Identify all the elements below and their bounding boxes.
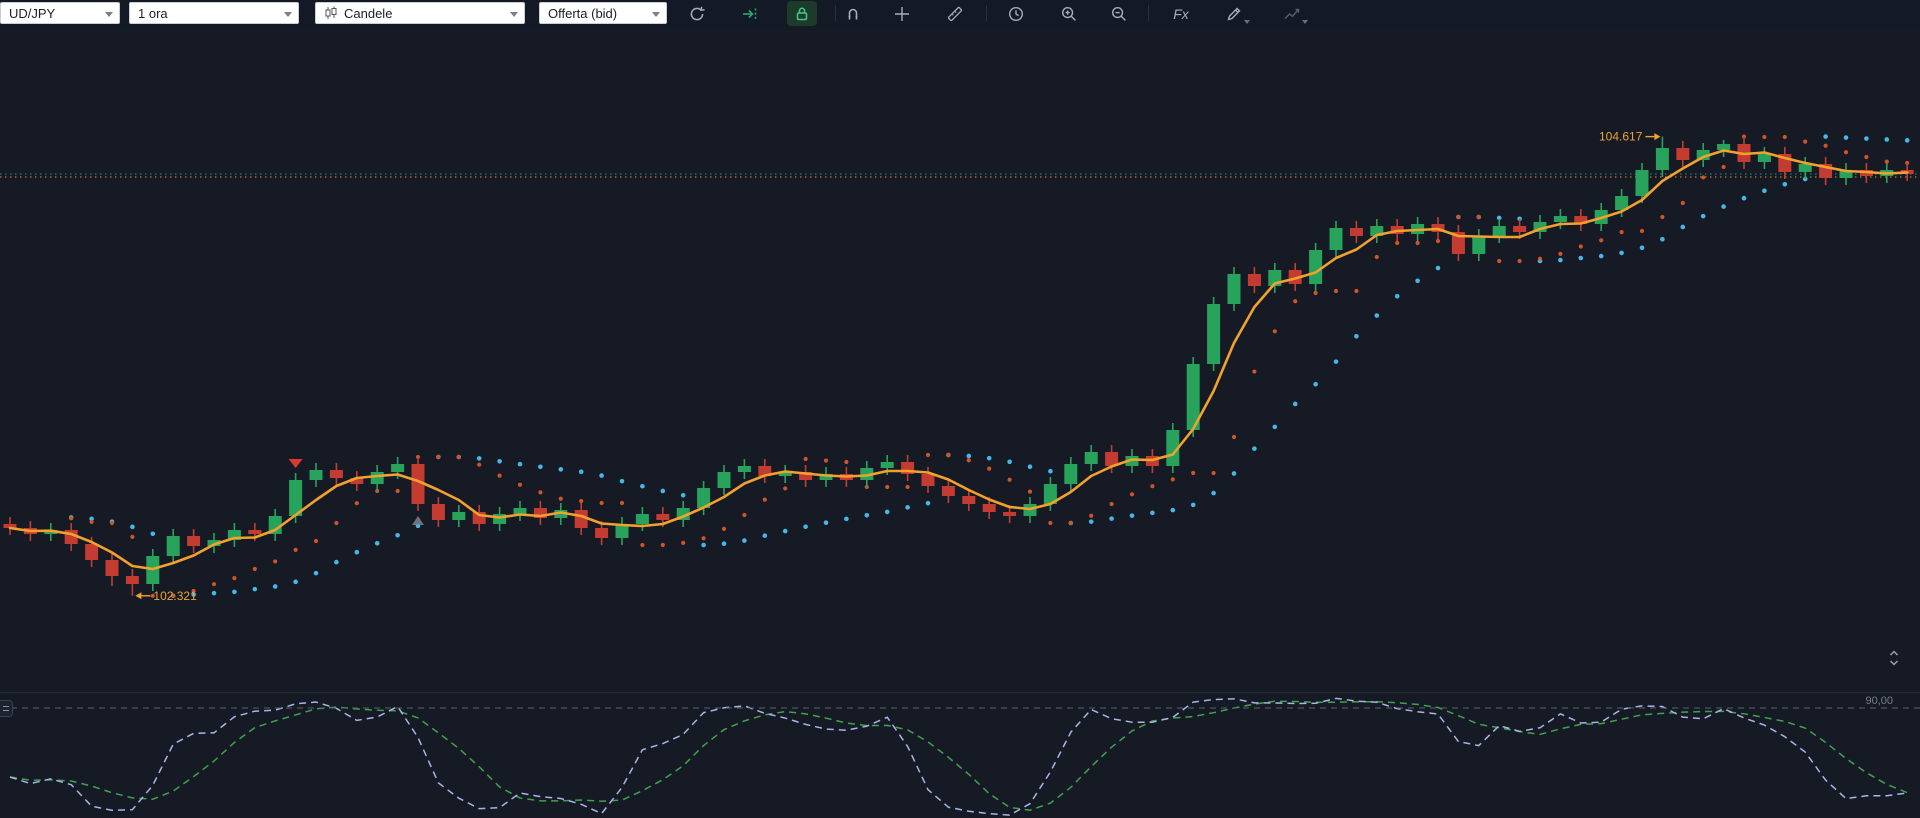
chevron-down-icon — [284, 12, 292, 17]
symbol-select[interactable]: UD/JPY — [0, 2, 120, 24]
trend-tools-button[interactable] — [1277, 1, 1308, 26]
zoom-out-button[interactable] — [1104, 1, 1134, 26]
chart-type-select[interactable]: Candele — [315, 2, 525, 24]
ruler-icon — [946, 5, 964, 23]
refresh-icon — [688, 5, 706, 23]
svg-text:104.617: 104.617 — [1599, 130, 1643, 144]
zoom-out-icon — [1110, 5, 1128, 23]
zoom-in-icon — [1060, 5, 1078, 23]
chevron-down-icon — [1244, 20, 1250, 24]
toolbar-separator — [986, 5, 987, 21]
chart-type-select-value: Candele — [344, 5, 393, 21]
goto-realtime-button[interactable] — [735, 1, 765, 26]
trend-line-icon — [1283, 5, 1301, 23]
candles-icon — [324, 6, 338, 20]
magnet-button[interactable] — [838, 1, 868, 26]
ruler-button[interactable] — [940, 1, 970, 26]
timeframe-select[interactable]: 1 ora — [129, 2, 299, 24]
chart-area[interactable]: 104.617 102.321 90,00 — [0, 27, 1920, 818]
svg-text:90,00: 90,00 — [1865, 695, 1893, 707]
crosshair-button[interactable] — [887, 1, 917, 26]
lock-scale-button[interactable] — [787, 1, 817, 26]
chevron-down-icon — [1302, 20, 1308, 24]
toolbar-separator — [1148, 5, 1149, 21]
svg-text:102.321: 102.321 — [153, 589, 197, 603]
clock-icon — [1007, 5, 1025, 23]
toolbar-separator — [835, 5, 836, 21]
indicators-button[interactable]: Fx — [1166, 1, 1196, 26]
pane-resize-handle[interactable] — [1884, 648, 1904, 668]
refresh-button[interactable] — [682, 1, 712, 26]
time-range-button[interactable] — [1001, 1, 1031, 26]
indicator-legend-chip[interactable] — [0, 700, 13, 717]
lock-icon — [793, 5, 811, 23]
chart-toolbar: UD/JPY 1 ora Candele Offerta (bid) Fx — [0, 0, 1920, 27]
chevron-down-icon — [510, 12, 518, 17]
arrow-to-line-icon — [741, 5, 759, 23]
chevron-down-icon — [652, 12, 660, 17]
chevron-down-icon — [105, 12, 113, 17]
pencil-icon — [1225, 5, 1243, 23]
drawing-tools-button[interactable] — [1219, 1, 1250, 26]
fx-icon: Fx — [1173, 5, 1189, 22]
trading-app: UD/JPY 1 ora Candele Offerta (bid) Fx 10… — [0, 0, 1920, 818]
magnet-icon — [844, 5, 862, 23]
crosshair-icon — [893, 5, 911, 23]
chart-canvas[interactable]: 104.617 102.321 90,00 — [0, 27, 1920, 818]
timeframe-select-value: 1 ora — [138, 5, 168, 21]
price-type-select[interactable]: Offerta (bid) — [539, 2, 667, 24]
zoom-in-button[interactable] — [1054, 1, 1084, 26]
symbol-select-value: UD/JPY — [9, 5, 56, 21]
price-type-select-value: Offerta (bid) — [548, 5, 618, 21]
